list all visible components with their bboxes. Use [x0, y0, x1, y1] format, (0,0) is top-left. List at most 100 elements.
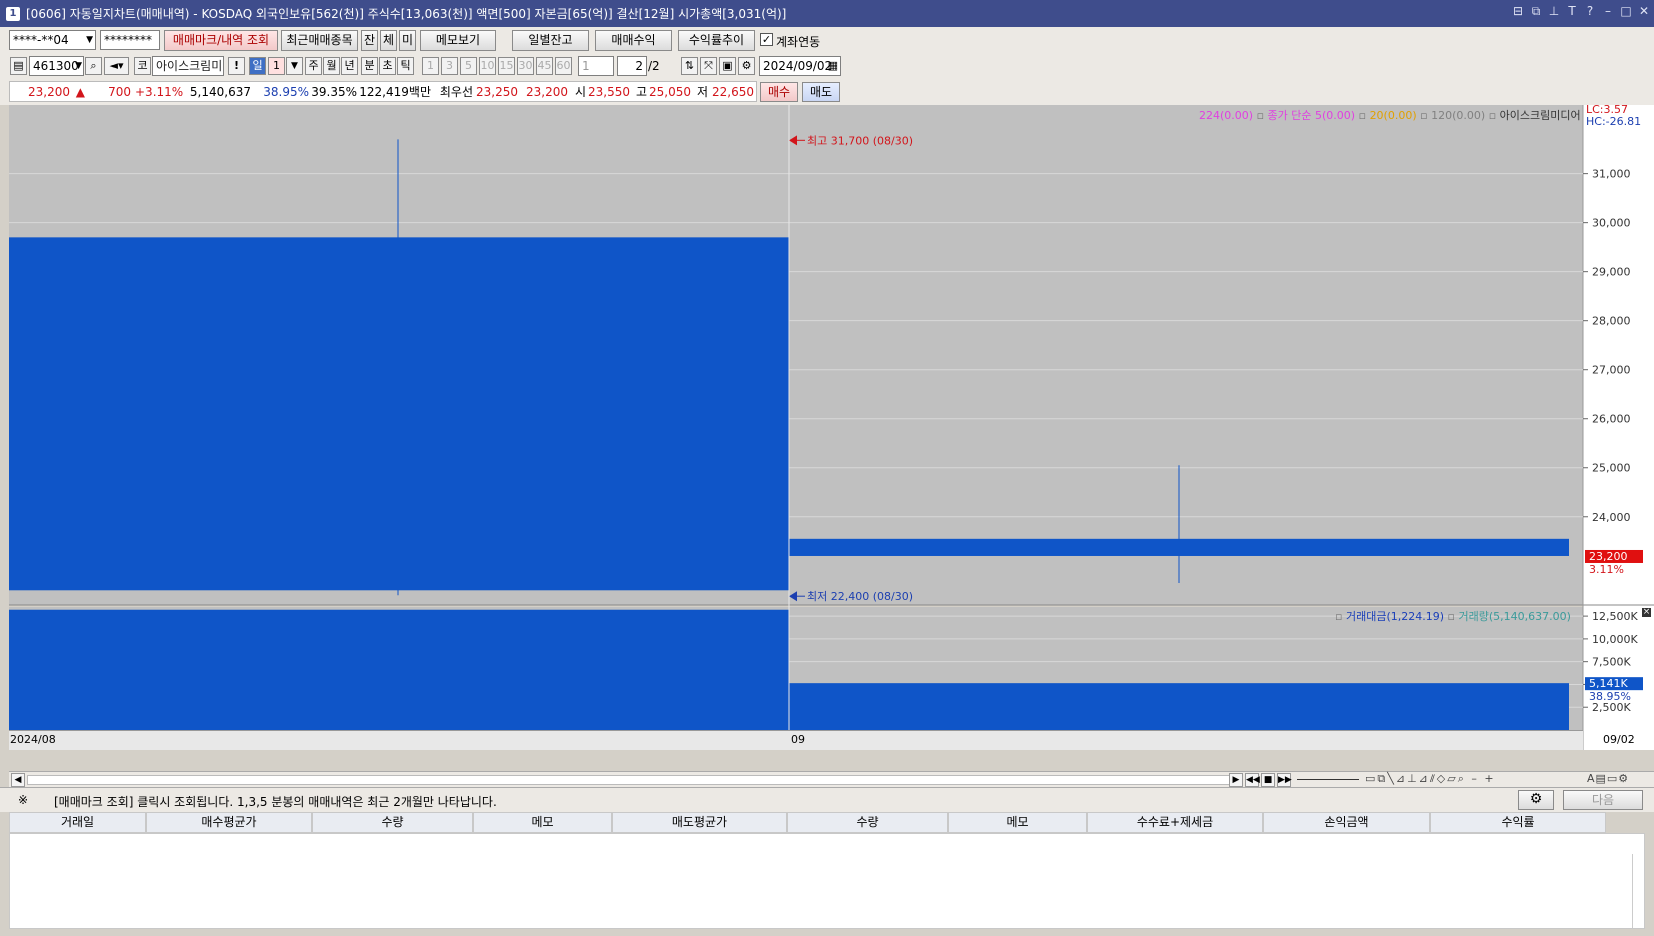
search-icon[interactable]: ⌕	[85, 57, 102, 75]
recent-stocks-button[interactable]: 최근매매종목	[281, 30, 358, 51]
minute-30[interactable]: 30	[517, 57, 534, 75]
date-value: 2024/09/02	[763, 59, 833, 73]
che-button[interactable]: 체	[380, 30, 397, 51]
text-tools[interactable]: A▤▭⚙	[1587, 772, 1629, 785]
code-input[interactable]: 461300 ▼	[29, 56, 84, 76]
pane-close-icon[interactable]: ×	[1642, 608, 1651, 617]
zoom-slider[interactable]	[1297, 779, 1359, 780]
layout-icon[interactable]: ▤	[10, 57, 27, 75]
legend-120[interactable]: 120(0.00)	[1431, 109, 1485, 122]
next-button[interactable]: 다음	[1563, 790, 1643, 810]
minute-60[interactable]: 60	[555, 57, 572, 75]
daily-balance-button[interactable]: 일별잔고	[512, 30, 589, 51]
col-sell-memo[interactable]: 메모	[948, 812, 1087, 833]
col-buy-qty[interactable]: 수량	[312, 812, 473, 833]
close-icon[interactable]: ✕	[1638, 4, 1650, 19]
col-pnl[interactable]: 손익금액	[1263, 812, 1430, 833]
font-icon[interactable]: T	[1566, 4, 1578, 19]
period-count[interactable]: 1	[268, 57, 285, 75]
restore-view-icon[interactable]: ⧉	[1530, 4, 1542, 19]
password-field[interactable]: ********	[100, 30, 160, 50]
minimize-icon[interactable]: –	[1602, 4, 1614, 19]
rewind-icon[interactable]: ◀◀	[1245, 773, 1260, 787]
minute-1[interactable]: 1	[422, 57, 439, 75]
col-return[interactable]: 수익률	[1430, 812, 1606, 833]
legend-volume[interactable]: 거래량(5,140,637.00)	[1459, 610, 1571, 623]
period-second[interactable]: 초	[379, 57, 396, 75]
return-trend-button[interactable]: 수익률추이	[678, 30, 755, 51]
chart-area[interactable]: 24,000 25,000 26,000 27,000 28,000 29,000 30,0…	[9, 103, 1654, 753]
drawing-tools[interactable]: ▭⧉╲⊿⊥⊿⫽◇▱⌕ – +	[1365, 772, 1496, 786]
speaker-icon[interactable]: ◄▾	[104, 57, 129, 75]
volume-tick-label: 12,500K	[1592, 610, 1638, 623]
maximize-icon[interactable]: □	[1620, 4, 1632, 19]
vertical-scrollbar[interactable]	[1632, 854, 1642, 928]
volume-tick-label: 2,500K	[1592, 701, 1631, 714]
trade-table-body[interactable]	[9, 833, 1645, 929]
minute-15[interactable]: 15	[498, 57, 515, 75]
mi-button[interactable]: 미	[399, 30, 416, 51]
period-tick[interactable]: 틱	[397, 57, 414, 75]
date-field[interactable]: 2024/09/02 ▦	[759, 56, 841, 76]
period-week[interactable]: 주	[305, 57, 322, 75]
legend-amount[interactable]: 거래대금(1,224.19)	[1346, 610, 1444, 623]
minute-45[interactable]: 45	[536, 57, 553, 75]
last-volume-label: 5,141K	[1589, 677, 1628, 690]
legend-ma5[interactable]: 종가 단순 5(0.00)	[1268, 109, 1356, 122]
horizontal-scrollbar[interactable]	[27, 775, 1237, 785]
warning-button[interactable]: !	[228, 57, 245, 75]
col-sell-avg[interactable]: 매도평균가	[612, 812, 787, 833]
quote-amount: 122,419백만	[359, 85, 431, 99]
bullet-icon: ▫	[1488, 109, 1497, 122]
gear-icon[interactable]: ⚙	[738, 57, 755, 75]
sell-button[interactable]: 매도	[802, 82, 840, 102]
save-icon[interactable]: ▣	[719, 57, 736, 75]
chart-svg[interactable]: 24,000 25,000 26,000 27,000 28,000 29,000 30,0…	[9, 105, 1654, 753]
minute-10[interactable]: 10	[479, 57, 496, 75]
layout-icon[interactable]: ⊟	[1512, 4, 1524, 19]
legend-20[interactable]: 20(0.00)	[1370, 109, 1417, 122]
minute-5[interactable]: 5	[460, 57, 477, 75]
add-indicator-icon[interactable]: ⤧	[700, 57, 717, 75]
col-fee-tax[interactable]: 수수료+제세금	[1087, 812, 1263, 833]
page-field[interactable]: 2	[617, 56, 647, 76]
chevron-down-icon[interactable]: ▼	[86, 31, 93, 49]
scroll-right-icon[interactable]: ▶	[1229, 773, 1243, 787]
col-sell-qty[interactable]: 수량	[787, 812, 948, 833]
price-tick-label: 27,000	[1592, 364, 1631, 377]
trade-mark-button[interactable]: 매매마크/내역 조회	[164, 30, 278, 51]
trade-profit-button[interactable]: 매매수익	[595, 30, 672, 51]
col-buy-avg[interactable]: 매수평균가	[146, 812, 312, 833]
chevron-down-icon[interactable]: ▼	[286, 57, 303, 75]
chevron-down-icon[interactable]: ▼	[75, 57, 82, 75]
period-year[interactable]: 년	[341, 57, 358, 75]
help-icon[interactable]: ?	[1584, 4, 1596, 19]
col-trade-date[interactable]: 거래일	[9, 812, 146, 833]
last-rate-label: 3.11%	[1589, 563, 1624, 576]
account-select[interactable]: ****-**04 ▼	[9, 30, 96, 50]
period-month[interactable]: 월	[323, 57, 340, 75]
period-minute[interactable]: 분	[361, 57, 378, 75]
compare-icon[interactable]: ⇅	[681, 57, 698, 75]
period-day[interactable]: 일	[249, 57, 266, 75]
stop-icon[interactable]: ■	[1261, 773, 1275, 787]
legend-stock[interactable]: 아이스크림미디어	[1500, 109, 1581, 122]
page-total: /2	[648, 59, 660, 73]
calendar-icon[interactable]: ▦	[828, 57, 838, 75]
memo-view-button[interactable]: 메모보기	[420, 30, 496, 51]
minute-3[interactable]: 3	[441, 57, 458, 75]
account-link-checkbox[interactable]: ✓	[760, 33, 773, 46]
buy-button[interactable]: 매수	[760, 82, 798, 102]
col-buy-memo[interactable]: 메모	[473, 812, 612, 833]
xaxis-mid: 09	[791, 733, 805, 746]
legend-224[interactable]: 224(0.00)	[1199, 109, 1253, 122]
stock-name-field[interactable]: 아이스크림미디어	[152, 56, 224, 76]
settings-button[interactable]: ⚙	[1518, 790, 1554, 810]
minute-value-field[interactable]: 1	[578, 56, 614, 76]
app-icon[interactable]: 1	[6, 6, 20, 21]
scroll-left-icon[interactable]: ◀	[11, 773, 25, 787]
forward-icon[interactable]: ▶▶	[1277, 773, 1292, 787]
jan-button[interactable]: 잔	[361, 30, 378, 51]
pin-icon[interactable]: ⊥	[1548, 4, 1560, 19]
quote-bid: 23,200	[526, 85, 568, 99]
